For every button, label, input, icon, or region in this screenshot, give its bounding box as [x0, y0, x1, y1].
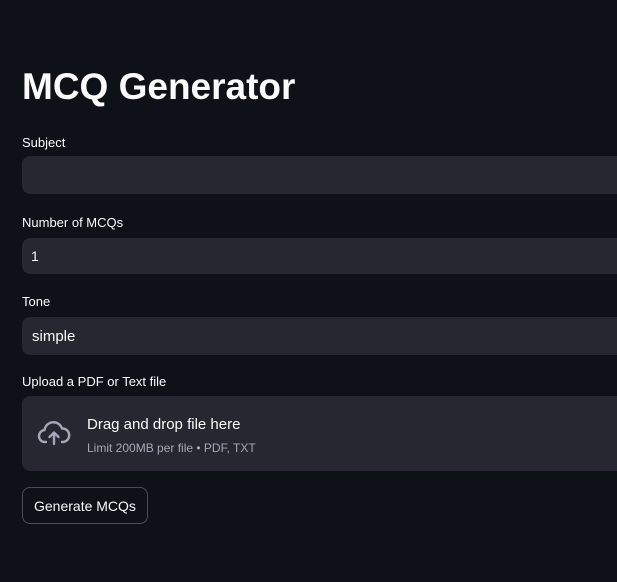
tone-label: Tone — [22, 294, 51, 309]
tone-select[interactable]: simple — [22, 317, 617, 355]
upload-label: Upload a PDF or Text file — [22, 374, 167, 389]
subject-label: Subject — [22, 135, 66, 150]
generate-mcqs-button[interactable]: Generate MCQs — [22, 487, 148, 524]
dropzone-hint: Limit 200MB per file • PDF, TXT — [87, 441, 256, 455]
num-mcqs-value: 1 — [31, 248, 39, 264]
file-dropzone[interactable]: Drag and drop file here Limit 200MB per … — [22, 396, 617, 471]
dropzone-title: Drag and drop file here — [87, 416, 241, 433]
cloud-upload-icon — [37, 421, 71, 446]
tone-selected-value: simple — [32, 327, 76, 345]
num-mcqs-label: Number of MCQs — [22, 215, 124, 230]
app-page: MCQ Generator Subject Number of MCQs 1 T… — [0, 0, 617, 582]
subject-input[interactable] — [22, 156, 617, 194]
page-title: MCQ Generator — [22, 66, 296, 107]
num-mcqs-input[interactable]: 1 — [22, 238, 617, 274]
